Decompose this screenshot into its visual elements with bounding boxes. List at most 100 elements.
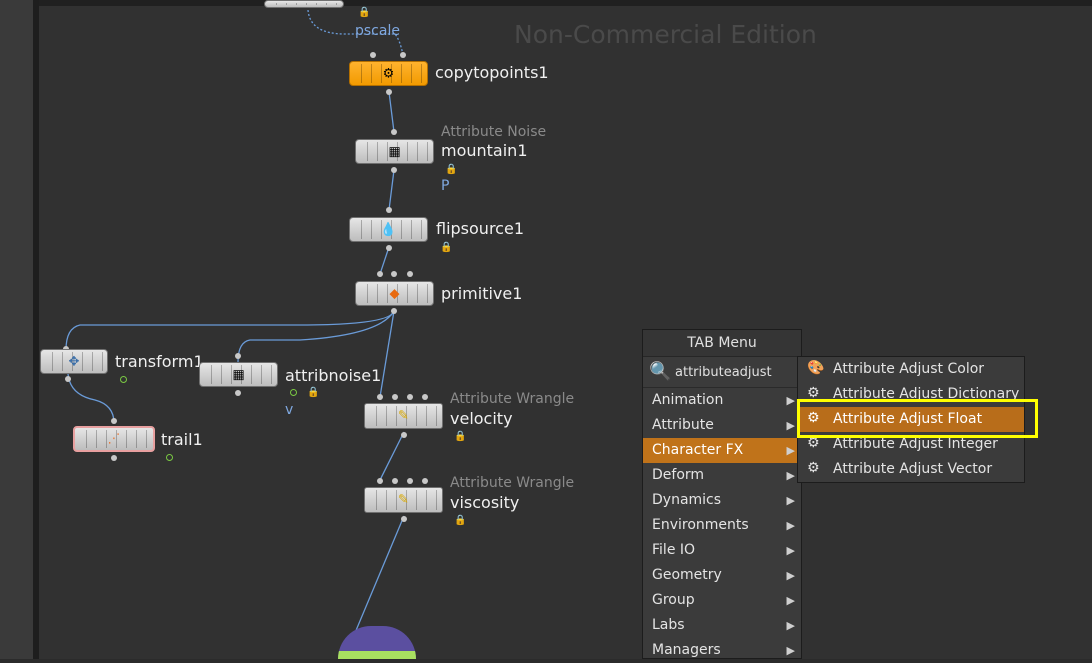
wire-transform-trail: [67, 373, 115, 424]
submenu-arrow-icon: ▶: [786, 569, 795, 582]
wire-copytopoints-mountain: [388, 91, 395, 133]
node-type-label: Attribute Noise: [441, 124, 547, 140]
input-pin[interactable]: [391, 271, 397, 277]
wire-primitive-attribnoise: [237, 310, 395, 363]
submenu-item-attribute-adjust-color[interactable]: 🎨 Attribute Adjust Color: [798, 357, 1024, 382]
node-attribnoise1[interactable]: ▦: [199, 362, 278, 387]
menu-item-environments[interactable]: Environments ▶: [643, 513, 801, 538]
node-mountain1[interactable]: ▦: [355, 139, 434, 164]
menu-item-label: Environments: [652, 517, 749, 533]
display-flag-icon[interactable]: [120, 376, 127, 383]
input-pin[interactable]: [391, 129, 397, 135]
menu-item-deform[interactable]: Deform ▶: [643, 463, 801, 488]
input-pin[interactable]: [377, 478, 383, 484]
tab-menu: TAB Menu 🔍 Animation▶Attribute▶Character…: [642, 329, 802, 659]
input-pin[interactable]: [422, 394, 428, 400]
wire-primitive-velocity: [379, 310, 395, 398]
submenu-item-label: Attribute Adjust Dictionary: [833, 386, 1020, 402]
node-label: attribnoise1: [285, 366, 382, 385]
node-label: viscosity: [450, 493, 520, 512]
submenu-item-attribute-adjust-float[interactable]: ⚙ Attribute Adjust Float: [798, 407, 1024, 432]
menu-item-dynamics[interactable]: Dynamics ▶: [643, 488, 801, 513]
trail-icon: ⋰: [107, 431, 121, 447]
node-copytopoints1[interactable]: ⚙: [349, 61, 428, 86]
input-pin[interactable]: [400, 52, 406, 58]
node-transform1[interactable]: ✥: [40, 349, 108, 374]
menu-item-geometry[interactable]: Geometry ▶: [643, 563, 801, 588]
submenu-arrow-icon: ▶: [786, 644, 795, 657]
node-type-label: Attribute Wrangle: [450, 391, 575, 407]
submenu-item-label: Attribute Adjust Vector: [833, 461, 993, 477]
wire-velocity-viscosity: [379, 431, 405, 481]
lock-icon: 🔒: [307, 387, 320, 398]
input-pin[interactable]: [407, 394, 413, 400]
non-commercial-watermark: Non-Commercial Edition: [514, 20, 817, 49]
menu-item-attribute[interactable]: Attribute ▶: [643, 413, 801, 438]
search-input[interactable]: [675, 362, 797, 382]
node-primitive1[interactable]: ◆: [355, 281, 434, 306]
output-pin[interactable]: [391, 167, 397, 173]
menu-item-label: Labs: [652, 617, 685, 633]
submenu-arrow-icon: ▶: [786, 544, 795, 557]
input-pin[interactable]: [386, 207, 392, 213]
primitive-icon: ◆: [389, 286, 400, 301]
input-pin[interactable]: [422, 478, 428, 484]
submenu-arrow-icon: ▶: [786, 494, 795, 507]
attribute-label-v: v: [285, 402, 294, 418]
submenu-item-attribute-adjust-vector[interactable]: ⚙ Attribute Adjust Vector: [798, 457, 1024, 482]
menu-item-file-io[interactable]: File IO ▶: [643, 538, 801, 563]
lock-icon: 🔒: [440, 242, 453, 253]
submenu-arrow-icon: ▶: [786, 469, 795, 482]
node-top-partial[interactable]: [264, 0, 344, 8]
input-pin[interactable]: [392, 478, 398, 484]
menu-item-label: Attribute: [652, 417, 714, 433]
submenu-item-attribute-adjust-integer[interactable]: ⚙ Attribute Adjust Integer: [798, 432, 1024, 457]
submenu-item-label: Attribute Adjust Float: [833, 411, 983, 427]
submenu-arrow-icon: ▶: [786, 594, 795, 607]
menu-item-label: Group: [652, 592, 695, 608]
menu-item-label: Animation: [652, 392, 724, 408]
float-adjust-icon: ⚙: [807, 410, 820, 426]
output-pin[interactable]: [391, 308, 397, 314]
display-flag-icon[interactable]: [290, 389, 297, 396]
output-pin[interactable]: [401, 516, 407, 522]
input-pin[interactable]: [111, 418, 117, 424]
wire-label-pscale: pscale: [355, 23, 400, 39]
character-fx-submenu: 🎨 Attribute Adjust Color ⚙ Attribute Adjust…: [797, 356, 1025, 483]
wrangle-icon: ✎: [398, 408, 409, 424]
output-pin[interactable]: [65, 376, 71, 382]
menu-item-label: Dynamics: [652, 492, 722, 508]
input-pin[interactable]: [407, 271, 413, 277]
input-pin[interactable]: [235, 353, 241, 359]
node-trail1[interactable]: ⋰: [73, 426, 155, 452]
vector-adjust-icon: ⚙: [807, 460, 820, 476]
output-pin[interactable]: [386, 245, 392, 251]
transform-icon: ✥: [68, 354, 80, 369]
input-pin[interactable]: [377, 394, 383, 400]
input-pin[interactable]: [370, 52, 376, 58]
menu-item-label: Managers: [652, 642, 721, 658]
input-pin[interactable]: [407, 478, 413, 484]
flip-source-icon: 💧: [380, 222, 397, 237]
node-viscosity[interactable]: ✎: [364, 487, 443, 513]
node-flipsource1[interactable]: 💧: [349, 217, 428, 242]
copy-points-icon: ⚙: [382, 66, 395, 81]
node-velocity[interactable]: ✎: [364, 403, 443, 429]
input-pin[interactable]: [377, 271, 383, 277]
output-pin[interactable]: [235, 390, 241, 396]
output-pin[interactable]: [401, 432, 407, 438]
menu-item-group[interactable]: Group ▶: [643, 588, 801, 613]
lock-icon: 🔒: [454, 431, 467, 442]
display-flag-icon[interactable]: [166, 454, 173, 461]
menu-item-labs[interactable]: Labs ▶: [643, 613, 801, 638]
menu-item-animation[interactable]: Animation ▶: [643, 388, 801, 413]
input-pin[interactable]: [392, 394, 398, 400]
node-label: velocity: [450, 409, 513, 428]
menu-item-managers[interactable]: Managers ▶: [643, 638, 801, 663]
node-label: copytopoints1: [435, 63, 549, 82]
node-label: primitive1: [441, 284, 523, 303]
output-pin[interactable]: [386, 89, 392, 95]
output-pin[interactable]: [111, 455, 117, 461]
menu-item-character-fx[interactable]: Character FX ▶: [643, 438, 801, 463]
submenu-item-attribute-adjust-dictionary[interactable]: ⚙ Attribute Adjust Dictionary: [798, 382, 1024, 407]
